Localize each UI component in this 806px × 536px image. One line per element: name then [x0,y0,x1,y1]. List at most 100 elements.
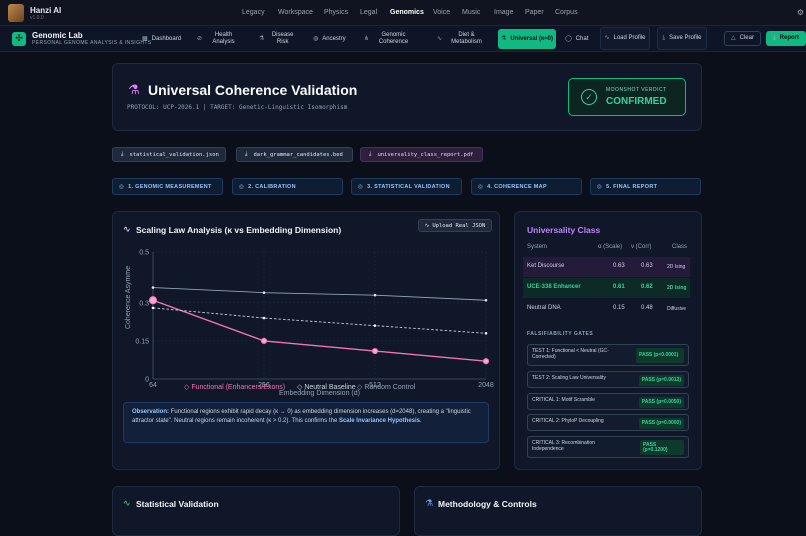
save-profile-button[interactable]: ⤓ Save Profile [657,27,707,50]
tab-genomic-coherence[interactable]: ⋔ Genomic Coherence [364,28,414,50]
step-icon: ◎ [119,183,125,190]
step-calibration[interactable]: ◎ 2. CALIBRATION [232,178,343,195]
tab-ancestry[interactable]: ◍ Ancestry [313,28,353,50]
table-row: Ket Discourse 0.63 0.63 2D Ising [523,257,690,277]
tab-health-label: Health Analysis [212,32,235,45]
chat-bubble-icon: ◯ [565,35,572,42]
nav-image[interactable]: Image [494,9,513,16]
grid-icon: ▦ [142,35,148,42]
microscope-icon: ⚗ [128,82,140,97]
nodes-icon: ⋔ [364,35,370,42]
dna-icon: ✣ [12,31,26,46]
class-value: Diffusive [667,306,687,312]
nav-paper[interactable]: Paper [525,9,544,16]
gate-pass-badge: PASS (p=0.0050) [638,397,684,408]
statistical-validation-panel [112,486,400,536]
gate-critical-2: CRITICAL 2: PhyloP Decoupling PASS (p=0.0… [527,414,689,431]
pulse-icon: ∿ [437,35,443,42]
alpha-value: 0.63 [613,263,625,269]
nu-value: 0.63 [641,263,653,269]
load-profile-button[interactable]: ∿ Load Profile [600,27,650,50]
report-label: Report [779,35,799,41]
lab-title: Genomic Lab [32,31,83,40]
nav-music[interactable]: Music [462,9,480,16]
tab-dashboard[interactable]: ▦ Dashboard [142,28,186,50]
tab-diet-metabolism[interactable]: ∿ Diet & Metabolism [437,28,487,50]
file-name: dark_grammar_candidates.bed [253,151,343,158]
gate-label: TEST 2: Scaling Law Universality [532,375,606,381]
upload-label: Upload Real JSON [432,222,486,229]
system-name: Neutral DNA [527,305,561,311]
nav-genomics[interactable]: Genomics [390,9,424,16]
tab-dashboard-label: Dashboard [151,35,182,42]
top-nav-bar: Hanzi AI v1.0.0 Legacy Workspace Physics… [0,0,806,26]
nav-voice[interactable]: Voice [433,9,450,16]
clear-button[interactable]: △ Clear [724,31,761,46]
pulse-icon: ∿ [424,222,430,229]
load-profile-label: Load Profile [613,35,646,41]
download-universality-report-button[interactable]: ⤓ universality_class_report.pdf [360,147,483,162]
upload-icon: ∿ [604,35,610,41]
beaker-icon: ⚗ [500,35,507,42]
download-dark-grammar-button[interactable]: ⤓ dark_grammar_candidates.bed [236,147,353,162]
pulse-icon: ∿ [123,224,131,234]
gate-test-1: TEST 1: Functional < Neutral (GC-Correct… [527,344,689,366]
step-label: 3. STATISTICAL VALIDATION [367,183,450,190]
tab-universal-label: Universal (κ≈0) [510,35,554,42]
tab-disease-label: Disease Risk [271,32,294,45]
gate-label: TEST 1: Functional < Neutral (GC-Correct… [532,348,609,360]
step-icon: ◎ [239,183,245,190]
settings-gear-icon[interactable]: ⚙ [797,8,804,17]
statistical-validation-title: Statistical Validation [136,499,219,509]
nav-corpus[interactable]: Corpus [555,9,578,16]
tab-coherence-label: Genomic Coherence [378,32,409,45]
methodology-panel [414,486,702,536]
gate-label: CRITICAL 3: Recombination Independence [532,440,595,452]
step-label: 4. COHERENCE MAP [487,183,547,190]
link-icon: ⊘ [197,35,203,42]
tab-disease-risk[interactable]: ⚗ Disease Risk [259,28,297,50]
step-label: 2. CALIBRATION [248,183,296,190]
step-final-report[interactable]: ◎ 5. FINAL REPORT [590,178,701,195]
tab-universal[interactable]: ⚗ Universal (κ≈0) [498,29,556,49]
observation-emphasis: Scale Invariance Hypothesis [338,418,420,424]
step-coherence-map[interactable]: ◎ 4. COHERENCE MAP [471,178,582,195]
verdict-value: CONFIRMED [606,96,667,107]
gate-critical-1: CRITICAL 1: Motif Scramble PASS (p=0.0050… [527,393,689,410]
nav-legacy[interactable]: Legacy [242,9,265,16]
alpha-value: 0.61 [613,284,625,290]
step-statistical-validation[interactable]: ◎ 3. STATISTICAL VALIDATION [351,178,462,195]
gate-pass-badge: PASS (p=0.0000) [638,418,684,429]
nav-workspace[interactable]: Workspace [278,9,313,16]
brand[interactable]: Hanzi AI v1.0.0 [8,4,61,22]
gate-pass-badge: PASS (p=0.1200) [640,440,684,455]
gate-label: CRITICAL 1: Motif Scramble [532,397,595,403]
tab-chat[interactable]: ◯ Chat [565,28,593,50]
falsifiability-heading: FALSIFIABILITY GATES [527,331,594,337]
gate-test-2: TEST 2: Scaling Law Universality PASS (p=… [527,371,689,388]
nav-physics[interactable]: Physics [324,9,348,16]
save-profile-label: Save Profile [669,35,702,41]
upload-real-json-button[interactable]: ∿ Upload Real JSON [418,219,492,232]
download-statistical-validation-button[interactable]: ⤓ statistical_validation.json [112,147,226,162]
flask-icon: ⚗ [259,35,265,42]
app-avatar-icon [8,4,24,22]
scaling-panel-title: Scaling Law Analysis (κ vs Embedding Dim… [136,225,342,235]
tab-health-analysis[interactable]: ⊘ Health Analysis [197,28,241,50]
genomic-lab-brand: ✣ Genomic Lab PERSONAL GENOME ANALYSIS &… [12,31,152,46]
tab-ancestry-label: Ancestry [322,35,346,42]
step-icon: ◎ [478,183,484,190]
system-name: Ket Discourse [527,263,565,269]
page-title: Universal Coherence Validation [148,82,358,98]
gate-pass-badge: PASS (p=0.0012) [638,375,684,386]
verdict-label: MOONSHOT VERDICT [606,87,667,93]
pulse-icon: ∿ [123,498,131,508]
col-nu: ν (Corr) [631,244,652,250]
download-icon: ⤓ [369,151,372,157]
report-button[interactable]: ⤓ Report [766,31,806,46]
system-name: UCE-338 Enhancer [527,284,581,290]
methodology-title: Methodology & Controls [438,499,537,509]
alpha-value: 0.15 [613,305,625,311]
step-genomic-measurement[interactable]: ◎ 1. GENOMIC MEASUREMENT [112,178,223,195]
nav-legal[interactable]: Legal [360,9,377,16]
